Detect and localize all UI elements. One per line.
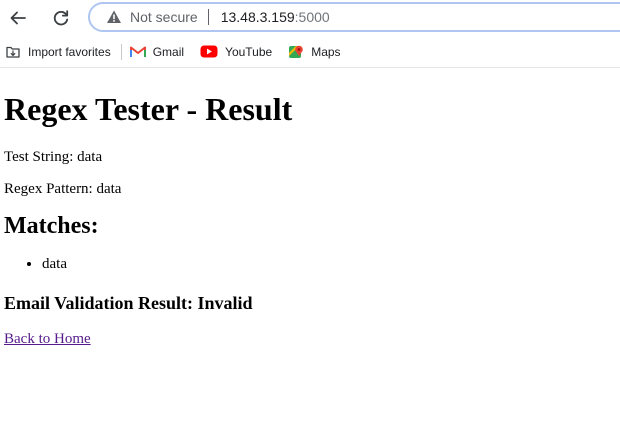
url-port: :5000 — [294, 9, 330, 25]
address-bar[interactable]: Not secure 13.48.3.159:5000 — [88, 2, 620, 32]
page-title: Regex Tester - Result — [4, 91, 293, 127]
matches-heading: Matches: — [4, 213, 99, 239]
url-host: 13.48.3.159 — [220, 9, 295, 25]
bookmarks-bar: Import favorites Gmail YouTube Maps — [0, 36, 620, 68]
bookmarks-divider — [120, 43, 122, 60]
security-status-label[interactable]: Not secure — [130, 9, 198, 25]
matches-list: data — [4, 255, 616, 273]
page-content: Regex Tester - Result Test String: data … — [4, 68, 616, 348]
regex-pattern-text: Regex Pattern: data — [4, 181, 122, 197]
bookmark-gmail[interactable]: Gmail — [129, 40, 185, 64]
import-favorites-icon — [5, 44, 21, 60]
maps-icon — [288, 44, 304, 60]
gmail-icon — [129, 46, 146, 58]
browser-toolbar: Not secure 13.48.3.159:5000 — [0, 0, 620, 36]
bookmark-maps[interactable]: Maps — [288, 40, 341, 64]
match-item: data — [42, 255, 616, 273]
url-text[interactable]: 13.48.3.159:5000 — [221, 9, 330, 25]
youtube-icon — [200, 45, 218, 58]
email-validation-result: Email Validation Result: Invalid — [4, 293, 253, 313]
bookmark-label: YouTube — [225, 44, 273, 59]
bookmark-label: Gmail — [152, 44, 185, 59]
reload-icon — [53, 10, 69, 26]
bookmark-label: Import favorites — [28, 44, 111, 59]
bookmark-label: Maps — [311, 44, 341, 59]
omnibox-divider — [207, 9, 209, 25]
bookmark-youtube[interactable]: YouTube — [200, 40, 272, 64]
bookmark-import-favorites[interactable]: Import favorites — [5, 40, 111, 64]
back-to-home-link[interactable]: Back to Home — [4, 330, 91, 348]
warning-triangle-icon[interactable] — [106, 9, 122, 25]
back-button[interactable] — [4, 4, 32, 32]
arrow-left-icon — [10, 11, 26, 25]
reload-button[interactable] — [47, 4, 75, 32]
test-string-text: Test String: data — [4, 149, 103, 165]
